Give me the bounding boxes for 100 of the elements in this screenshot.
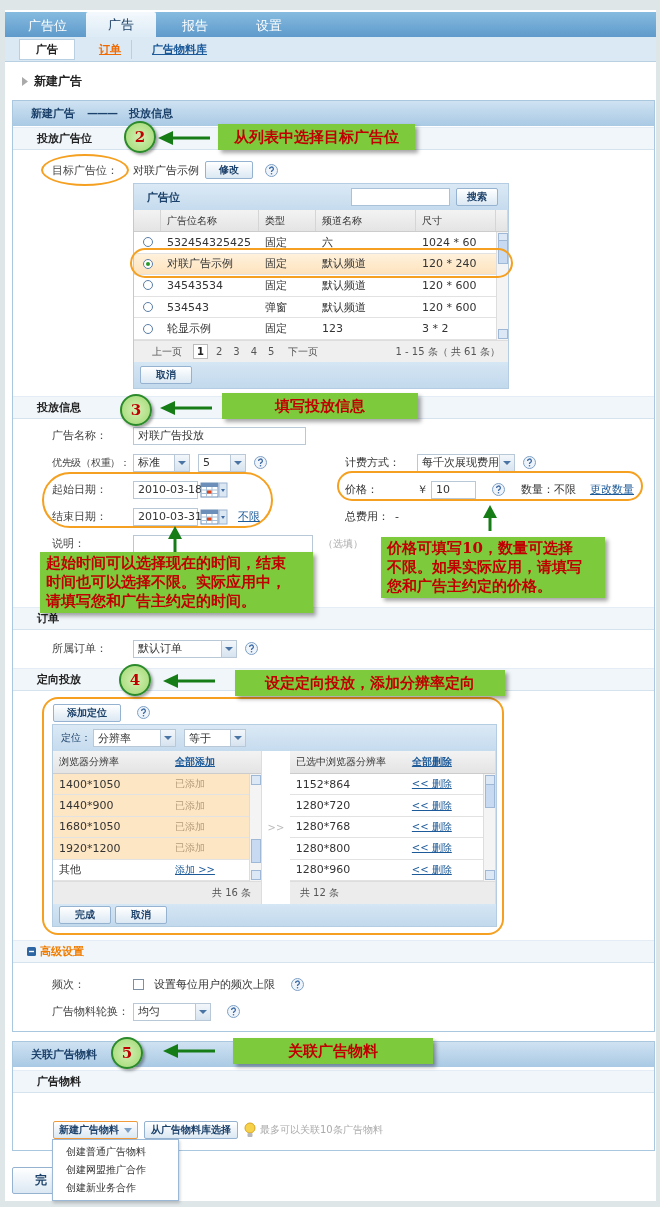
field-label: 所属订单：	[52, 641, 108, 656]
menu-item[interactable]: 创建普通广告物料	[53, 1143, 178, 1161]
help-icon[interactable]	[137, 706, 150, 719]
nav-tab[interactable]: 广告	[86, 12, 156, 37]
arrow-icon	[168, 526, 182, 552]
field-label: 价格：	[345, 482, 379, 497]
edit-button[interactable]: 修改	[205, 161, 253, 179]
callout-note: 起始时间可以选择现在的时间，结束时间也可以选择不限。实际应用中，请填写您和广告主约定的时间。	[40, 552, 313, 613]
change-quantity-link[interactable]: 更改数量	[590, 482, 634, 497]
field-label: 计费方式：	[345, 455, 401, 470]
calendar-icon[interactable]	[200, 507, 228, 526]
table-cell-text: 120 * 600	[421, 299, 478, 316]
column-header: 类型	[259, 210, 316, 231]
scrollbar[interactable]	[496, 232, 508, 340]
table-cell-text: 120 * 600	[421, 278, 478, 294]
page-number[interactable]: 5	[265, 345, 278, 358]
scrollbar[interactable]	[249, 774, 262, 881]
search-field[interactable]	[351, 188, 450, 206]
help-icon[interactable]	[245, 642, 258, 655]
remove-link[interactable]: << 删除	[407, 841, 452, 856]
remove-link[interactable]: << 删除	[407, 819, 452, 834]
operator-select[interactable]: 等于	[184, 729, 246, 747]
help-icon[interactable]	[227, 1005, 240, 1018]
remove-link[interactable]: << 删除	[407, 862, 452, 877]
help-icon[interactable]	[265, 163, 278, 177]
table-cell-text: 默认频道	[321, 256, 367, 273]
page-title: 新建广告	[34, 72, 82, 90]
library-select-button[interactable]: 从广告物料库选择	[144, 1121, 238, 1139]
sub-nav-tab[interactable]: 广告物料库	[146, 39, 213, 59]
resolution-value: 1152*864	[294, 777, 352, 791]
radio-button[interactable]	[143, 258, 153, 269]
table-cell-text: 固定	[264, 256, 288, 273]
help-icon[interactable]	[523, 456, 536, 469]
tip-text: 最多可以关联10条广告物料	[260, 1123, 383, 1137]
page-number[interactable]: 1	[193, 344, 208, 359]
cancel-button[interactable]: 取消	[140, 366, 192, 384]
collapse-icon[interactable]	[27, 947, 36, 956]
add-targeting-button[interactable]: 添加定位	[53, 703, 121, 722]
help-icon[interactable]	[492, 483, 505, 496]
dimension-select[interactable]: 分辨率	[93, 729, 176, 747]
added-status: 已添加	[174, 819, 205, 834]
page-number[interactable]: 4	[247, 345, 261, 358]
priority-select[interactable]: 标准	[133, 453, 190, 472]
add-link[interactable]: 添加 >>	[171, 862, 215, 877]
field-value: 对联广告示例	[133, 162, 199, 178]
description-field[interactable]	[133, 534, 313, 553]
remove-link[interactable]: << 删除	[407, 777, 452, 792]
table-title: 广告位	[147, 189, 181, 205]
table-cell-text: 534543	[166, 299, 210, 316]
added-status: 已添加	[174, 777, 205, 792]
search-button[interactable]: 搜索	[456, 188, 498, 206]
add-all-link[interactable]: 全部添加	[171, 755, 215, 769]
order-select[interactable]: 默认订单	[133, 639, 237, 658]
weight-select[interactable]: 5	[198, 453, 246, 472]
name-field[interactable]: 对联广告投放	[133, 426, 306, 445]
scrollbar[interactable]	[483, 774, 495, 881]
resolution-value: 1400*1050	[58, 777, 122, 791]
help-icon[interactable]	[291, 978, 304, 991]
resolution-value: 1440*900	[58, 799, 115, 813]
sub-nav-tab[interactable]: 广告	[19, 38, 75, 60]
radio-button[interactable]	[143, 280, 153, 291]
price-field[interactable]: 10	[431, 480, 476, 499]
column-header: 尺寸	[416, 210, 496, 231]
lightbulb-icon	[244, 1122, 256, 1138]
radio-button[interactable]	[143, 323, 153, 334]
page-number[interactable]: 2	[212, 345, 226, 358]
table-cell-text: 弹窗	[264, 299, 288, 316]
filter-label: 定位：	[61, 731, 91, 745]
radio-button[interactable]	[143, 237, 153, 248]
added-status: 已添加	[174, 841, 205, 856]
new-creative-dropdown[interactable]: 新建广告物料	[53, 1121, 138, 1139]
help-icon[interactable]	[254, 456, 267, 469]
optional-hint: （选填）	[323, 536, 363, 551]
prev-page-link[interactable]: 上一页	[152, 344, 182, 359]
radio-button[interactable]	[143, 302, 153, 313]
table-cell-text: 六	[321, 234, 334, 251]
table-row[interactable]: 对联广告示例 固定 默认频道 120 * 240	[134, 253, 496, 276]
step-separator: ———	[87, 107, 117, 120]
column-header: 广告位名称	[161, 210, 259, 231]
checkbox[interactable]	[133, 979, 144, 990]
rotation-select[interactable]: 均匀	[133, 1002, 211, 1021]
checkbox-label: 设置每位用户的频次上限	[154, 977, 275, 992]
next-page-link[interactable]: 下一页	[288, 344, 319, 359]
field-label: 优先级（权重）：	[52, 455, 131, 470]
field-label: 说明：	[52, 536, 86, 551]
callout-text: 填写投放信息	[222, 393, 418, 419]
billing-select[interactable]: 每千次展现费用	[417, 453, 515, 472]
column-header: 浏览器分辨率	[58, 755, 120, 769]
calendar-icon[interactable]	[200, 480, 228, 499]
list-count: 共 12 条	[289, 881, 495, 904]
arrow-icon	[483, 505, 497, 531]
resolution-value: 1280*800	[294, 841, 352, 855]
field-label: 结束日期：	[52, 509, 108, 524]
remove-link[interactable]: << 删除	[407, 798, 452, 813]
field-value: -	[395, 510, 399, 523]
remove-all-link[interactable]: 全部删除	[407, 755, 452, 769]
cancel-button[interactable]: 取消	[115, 906, 167, 924]
unlimited-link[interactable]: 不限	[238, 509, 260, 524]
page-number[interactable]: 3	[230, 345, 243, 358]
done-button[interactable]: 完成	[59, 906, 111, 924]
